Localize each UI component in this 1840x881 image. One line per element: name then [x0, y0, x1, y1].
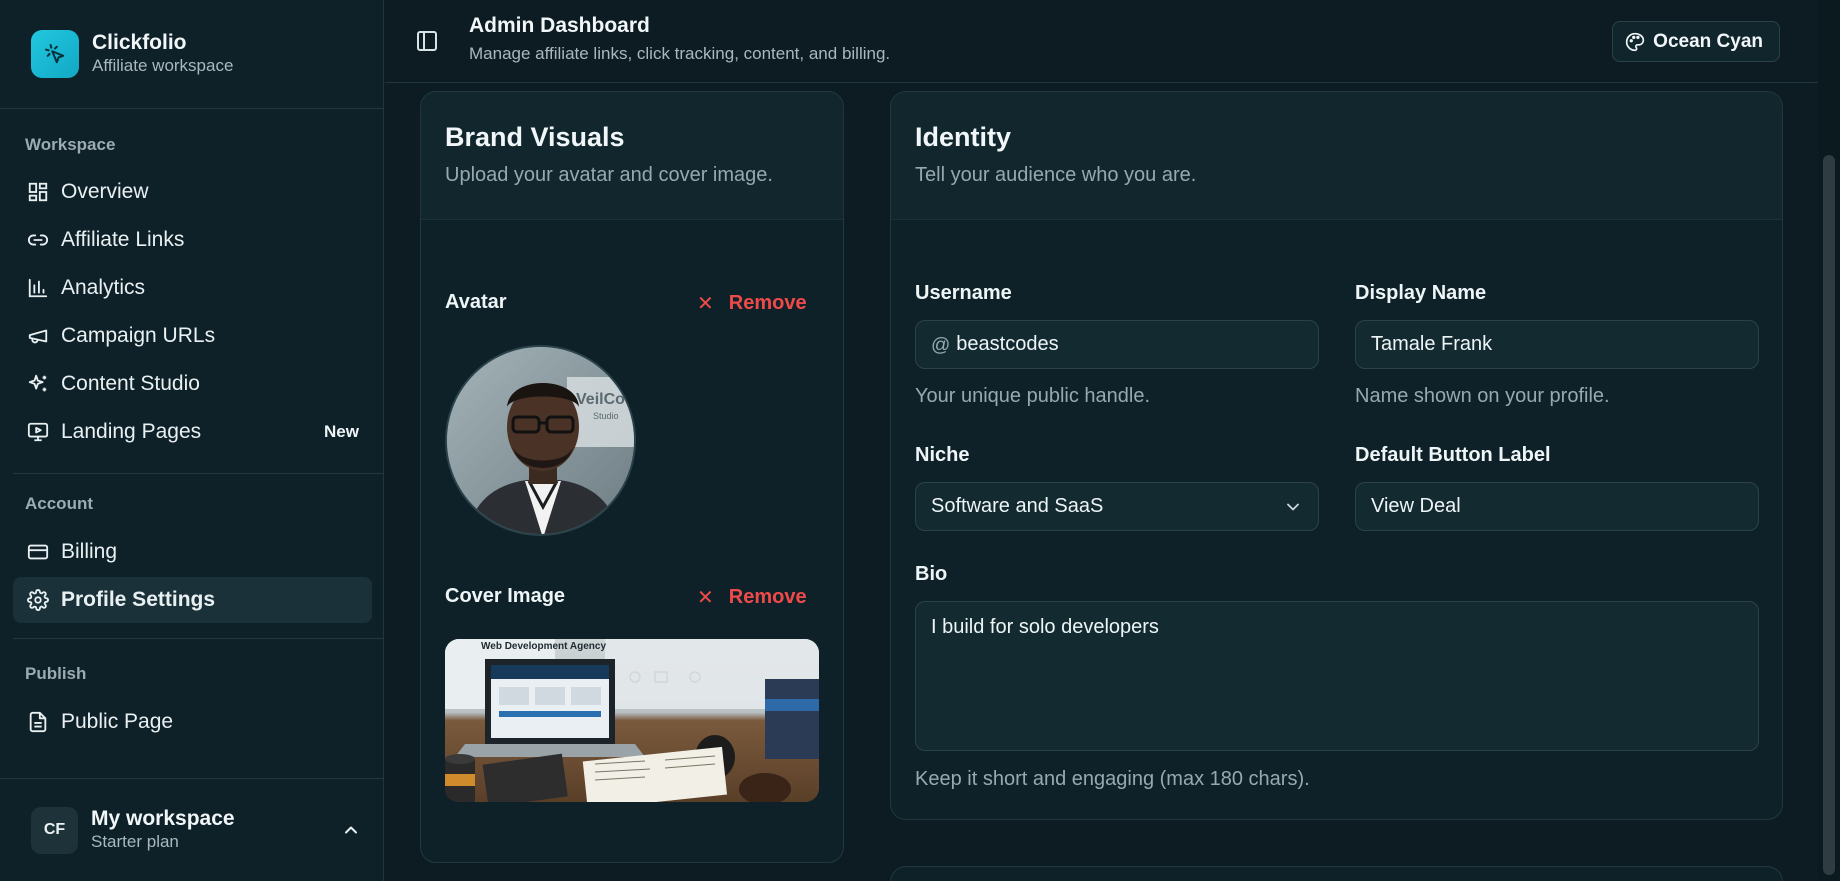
credit-card-icon [26, 541, 49, 564]
scrollbar-thumb[interactable] [1823, 155, 1835, 875]
display-name-field[interactable]: Tamale Frank [1355, 320, 1759, 369]
cover-image-label: Cover Image [445, 585, 566, 607]
display-name-label: Display Name [1355, 282, 1487, 304]
identity-card: Identity Tell your audience who you are.… [890, 91, 1783, 820]
sidebar: Clickfolio Affiliate workspace Workspace… [0, 0, 384, 881]
avatar-photo-subtext: Studio [593, 411, 619, 421]
sidebar-item-label: Analytics [61, 276, 146, 299]
cover-image[interactable]: Web Development Agency [445, 639, 819, 802]
avatar-photo-text: VeilCod [576, 391, 635, 408]
cover-photo-text: Web Development Agency [481, 641, 607, 652]
card-subtitle: Upload your avatar and cover image. [445, 164, 773, 186]
username-field[interactable]: @ beastcodes [915, 320, 1319, 369]
sidebar-item-label: Affiliate Links [61, 228, 185, 251]
new-badge: New [324, 422, 359, 441]
sidebar-item-label: Landing Pages [61, 420, 202, 443]
sidebar-item-public-page[interactable]: Public Page [13, 699, 372, 745]
button-label-value: View Deal [1371, 495, 1461, 517]
cursor-click-icon [31, 30, 79, 78]
bio-help: Keep it short and engaging (max 180 char… [915, 768, 1310, 790]
presentation-icon [26, 421, 49, 444]
remove-avatar-button[interactable]: ✕ Remove [697, 291, 807, 316]
workspace-switcher[interactable]: CF My workspace Starter plan [31, 806, 361, 854]
sidebar-item-campaign-urls[interactable]: Campaign URLs [13, 313, 372, 359]
palette-icon [1625, 32, 1645, 52]
close-icon: ✕ [697, 587, 714, 609]
remove-cover-button[interactable]: ✕ Remove [697, 585, 807, 610]
page-title: Admin Dashboard [469, 14, 650, 37]
page-subtitle: Manage affiliate links, click tracking, … [469, 44, 891, 63]
sidebar-item-label: Overview [61, 180, 149, 203]
remove-label: Remove [728, 586, 807, 608]
megaphone-icon [26, 325, 49, 348]
section-label-publish: Publish [25, 664, 87, 683]
gear-icon [26, 589, 49, 612]
sidebar-item-label: Content Studio [61, 372, 200, 395]
sidebar-item-overview[interactable]: Overview [13, 169, 372, 215]
sidebar-item-label: Profile Settings [61, 588, 216, 611]
niche-label: Niche [915, 444, 970, 466]
workspace-avatar: CF [31, 806, 78, 854]
sparkles-icon [26, 373, 49, 396]
avatar-image[interactable]: VeilCod Studio [445, 345, 636, 536]
bar-chart-icon [26, 277, 49, 300]
sidebar-toggle-icon[interactable] [415, 29, 439, 53]
display-name-value: Tamale Frank [1371, 333, 1493, 355]
sidebar-item-label: Billing [61, 540, 118, 563]
document-icon [26, 711, 49, 734]
button-label-field[interactable]: View Deal [1355, 482, 1759, 531]
divider [0, 778, 384, 779]
at-prefix: @ [931, 335, 951, 356]
bio-value: I build for solo developers [931, 616, 1159, 638]
section-label-account: Account [25, 494, 93, 513]
brand[interactable]: Clickfolio Affiliate workspace [31, 30, 233, 78]
sidebar-item-label: Campaign URLs [61, 324, 216, 347]
sidebar-item-affiliate-links[interactable]: Affiliate Links [13, 217, 372, 263]
link-icon [26, 229, 49, 252]
button-label-label: Default Button Label [1355, 444, 1551, 466]
divider [0, 108, 384, 109]
display-name-help: Name shown on your profile. [1355, 385, 1610, 407]
sidebar-item-landing-pages[interactable]: Landing Pages New [13, 409, 372, 455]
divider [13, 473, 384, 474]
chevron-down-icon [1283, 497, 1303, 523]
niche-value: Software and SaaS [931, 495, 1104, 517]
username-help: Your unique public handle. [915, 385, 1151, 407]
section-label-workspace: Workspace [25, 135, 116, 154]
workspace-plan: Starter plan [91, 832, 179, 851]
theme-label: Ocean Cyan [1653, 30, 1763, 52]
workspace-name: My workspace [91, 807, 235, 830]
brand-name: Clickfolio [92, 31, 187, 54]
sidebar-item-label: Public Page [61, 710, 174, 733]
card-subtitle: Tell your audience who you are. [915, 164, 1197, 186]
sidebar-item-billing[interactable]: Billing [13, 529, 372, 575]
sidebar-item-profile-settings[interactable]: Profile Settings [13, 577, 372, 623]
bio-textarea[interactable]: I build for solo developers [915, 601, 1759, 751]
brand-visuals-card: Brand Visuals Upload your avatar and cov… [420, 91, 844, 863]
remove-label: Remove [728, 292, 807, 314]
top-header: Admin Dashboard Manage affiliate links, … [385, 0, 1818, 83]
avatar-label: Avatar [445, 291, 507, 313]
chevron-up-icon [341, 820, 361, 845]
sidebar-item-content-studio[interactable]: Content Studio [13, 361, 372, 407]
divider [13, 638, 384, 639]
niche-select[interactable]: Software and SaaS [915, 482, 1319, 531]
close-icon: ✕ [697, 293, 714, 315]
dashboard-icon [26, 181, 49, 204]
bio-label: Bio [915, 563, 948, 585]
card-title: Identity [915, 122, 1012, 152]
brand-subtitle: Affiliate workspace [92, 56, 234, 75]
sidebar-item-analytics[interactable]: Analytics [13, 265, 372, 311]
card-title: Brand Visuals [445, 122, 625, 152]
username-value: beastcodes [956, 333, 1059, 355]
next-card [890, 866, 1783, 881]
theme-button[interactable]: Ocean Cyan [1612, 21, 1780, 62]
username-label: Username [915, 282, 1012, 304]
